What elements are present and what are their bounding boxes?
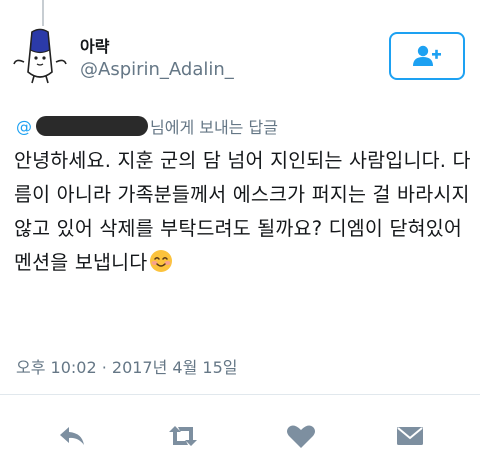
direct-message-button[interactable]	[390, 420, 430, 452]
redacted-username	[36, 116, 148, 136]
retweet-icon	[169, 426, 197, 446]
user-handle[interactable]: @Aspirin_Adalin_	[80, 59, 234, 80]
smiling-face-emoji-icon	[149, 249, 173, 284]
tweet-timestamp[interactable]: 오후 10:02 · 2017년 4월 15일	[16, 354, 237, 378]
heart-icon	[287, 425, 315, 448]
tweet-text: 안녕하세요. 지훈 군의 담 넘어 지인되는 사람입니다. 다름이 아니라 가족…	[14, 149, 471, 274]
retweet-button[interactable]	[163, 420, 203, 452]
pill-character-icon	[13, 28, 67, 84]
reply-to-label: 님에게 보내는 답글	[150, 118, 278, 137]
reply-to-line: @ 님에게 보내는 답글	[16, 114, 278, 138]
thread-connector-line	[42, 0, 44, 26]
follow-user-icon	[413, 45, 441, 66]
like-button[interactable]	[281, 420, 321, 452]
tweet-actions-bar	[0, 400, 480, 470]
actions-divider	[0, 394, 480, 395]
reply-mention-at[interactable]: @	[16, 117, 32, 136]
envelope-icon	[397, 427, 423, 445]
display-name[interactable]: 아략	[80, 33, 109, 57]
avatar[interactable]	[12, 28, 68, 84]
follow-button[interactable]	[389, 32, 465, 80]
reply-button[interactable]	[52, 420, 92, 452]
tweet-text-block: 안녕하세요. 지훈 군의 담 넘어 지인되는 사람입니다. 다름이 아니라 가족…	[14, 144, 472, 284]
reply-icon	[60, 427, 84, 445]
